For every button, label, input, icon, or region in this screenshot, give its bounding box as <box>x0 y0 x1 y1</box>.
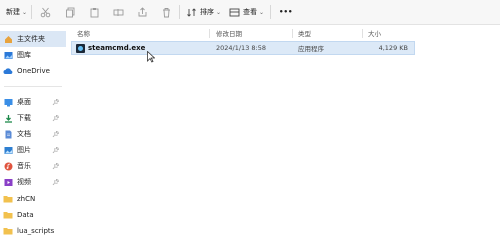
sidebar-item-label: OneDrive <box>17 67 50 75</box>
sort-icon <box>187 7 196 17</box>
sort-button[interactable]: 排序 ⌄ <box>186 4 221 20</box>
sidebar-item-documents[interactable]: 文档 📌︎ <box>0 126 66 142</box>
folder-icon <box>3 226 13 236</box>
toolbar-divider <box>31 5 32 19</box>
desktop-icon <box>3 97 13 107</box>
sidebar-item-label: zhCN <box>17 195 36 203</box>
music-icon <box>3 161 13 171</box>
sidebar-item-onedrive[interactable]: OneDrive <box>0 63 66 79</box>
sidebar-item-desktop[interactable]: 桌面 📌︎ <box>0 94 66 110</box>
column-header-label: 修改日期 <box>216 30 242 38</box>
video-icon <box>3 177 13 187</box>
sidebar-item-pictures[interactable]: 图片 📌︎ <box>0 142 66 158</box>
file-list: 名称 修改日期 类型 大小 steamcmd.exe 2024/1/13 8:5… <box>66 25 500 243</box>
exe-icon <box>76 42 85 54</box>
gallery-icon <box>3 50 13 60</box>
share-icon[interactable] <box>134 4 150 20</box>
chevron-down-icon: ⌄ <box>216 8 222 16</box>
column-divider[interactable] <box>292 29 293 38</box>
cloud-icon <box>3 66 13 76</box>
column-divider[interactable] <box>209 29 210 38</box>
cut-icon[interactable] <box>37 4 53 20</box>
sidebar-item-gallery[interactable]: 图库 <box>0 47 66 63</box>
view-icon <box>229 8 240 16</box>
sidebar-item-label: 下载 <box>17 114 31 122</box>
chevron-down-icon: ⌄ <box>22 8 28 16</box>
sidebar-item-label: 图库 <box>17 51 31 59</box>
sidebar-item-label: 视频 <box>17 178 31 186</box>
command-bar: 新建 ⌄ 排序 ⌄ 查看 ⌄ ••• <box>0 0 500 25</box>
document-icon <box>3 129 13 139</box>
rename-icon[interactable] <box>110 4 126 20</box>
column-header-date[interactable]: 修改日期 <box>216 27 296 39</box>
new-label: 新建 <box>6 8 20 16</box>
pin-icon[interactable]: 📌︎ <box>52 115 60 122</box>
column-header-name[interactable]: 名称 <box>77 27 207 39</box>
delete-icon[interactable] <box>158 4 174 20</box>
file-type: 应用程序 <box>298 45 324 53</box>
download-icon <box>3 113 13 123</box>
home-icon <box>3 34 13 44</box>
toolbar-divider <box>270 5 271 19</box>
nav-divider <box>4 86 62 87</box>
pin-icon[interactable]: 📌︎ <box>52 131 60 138</box>
sidebar-item-label: 音乐 <box>17 162 31 170</box>
file-name: steamcmd.exe <box>88 44 146 52</box>
file-date: 2024/1/13 8:58 <box>216 44 266 52</box>
column-header-label: 大小 <box>368 30 381 38</box>
chevron-down-icon: ⌄ <box>259 8 265 16</box>
sidebar-item-label: 桌面 <box>17 98 31 106</box>
folder-icon <box>3 194 13 204</box>
sidebar-item-label: 文档 <box>17 130 31 138</box>
copy-icon[interactable] <box>62 4 78 20</box>
sidebar-item-data[interactable]: Data <box>0 207 66 223</box>
folder-icon <box>3 210 13 220</box>
sidebar-item-label: Data <box>17 211 34 219</box>
sidebar-item-label: 图片 <box>17 146 31 154</box>
sidebar-item-videos[interactable]: 视频 📌︎ <box>0 174 66 190</box>
column-header-label: 名称 <box>77 30 90 38</box>
sort-label: 排序 <box>200 8 214 16</box>
sidebar-item-lua-scripts[interactable]: lua_scripts <box>0 223 66 239</box>
navigation-pane: 主文件夹 图库 OneDrive 桌面 📌︎ 下载 📌︎ 文档 📌︎ 图片 📌︎… <box>0 25 66 243</box>
file-size: 4,129 KB <box>378 44 408 52</box>
column-header-type[interactable]: 类型 <box>298 27 358 39</box>
pin-icon[interactable]: 📌︎ <box>52 147 60 154</box>
sidebar-item-label: lua_scripts <box>17 227 55 235</box>
column-header-label: 类型 <box>298 30 311 38</box>
pin-icon[interactable]: 📌︎ <box>52 163 60 170</box>
view-label: 查看 <box>243 8 257 16</box>
paste-icon[interactable] <box>86 4 102 20</box>
new-button[interactable]: 新建 ⌄ <box>6 4 27 20</box>
sidebar-item-downloads[interactable]: 下载 📌︎ <box>0 110 66 126</box>
sidebar-item-zhcn[interactable]: zhCN <box>0 191 66 207</box>
more-label: ••• <box>279 8 293 16</box>
more-options-button[interactable]: ••• <box>279 4 292 20</box>
toolbar-divider <box>179 5 180 19</box>
column-header-size[interactable]: 大小 <box>368 27 408 39</box>
sidebar-item-label: 主文件夹 <box>17 35 45 43</box>
pin-icon[interactable]: 📌︎ <box>52 179 60 186</box>
column-divider[interactable] <box>362 29 363 38</box>
pin-icon[interactable]: 📌︎ <box>52 99 60 106</box>
picture-icon <box>3 145 13 155</box>
sidebar-item-music[interactable]: 音乐 📌︎ <box>0 158 66 174</box>
mouse-cursor-icon <box>147 51 155 63</box>
view-button[interactable]: 查看 ⌄ <box>229 4 264 20</box>
file-row[interactable]: steamcmd.exe 2024/1/13 8:58 应用程序 4,129 K… <box>71 41 415 55</box>
sidebar-item-home[interactable]: 主文件夹 <box>0 31 66 47</box>
